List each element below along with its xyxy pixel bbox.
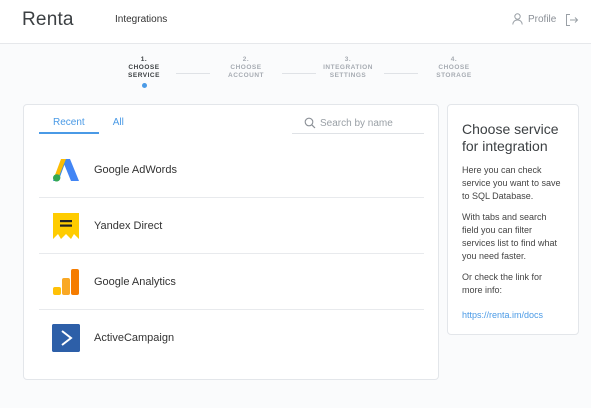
step-connector [176, 73, 210, 74]
step-label-line1: CHOOSE [438, 64, 470, 71]
search-icon [304, 117, 316, 129]
step-number: 1. [140, 56, 148, 63]
profile-link[interactable]: Profile [512, 13, 556, 25]
step-choose-service[interactable]: 1. CHOOSE SERVICE [109, 56, 179, 88]
step-label-line1: INTEGRATION [323, 64, 373, 71]
service-list-card: Recent All Google AdWords Y [23, 104, 439, 380]
app-logo[interactable]: Renta [22, 9, 74, 31]
docs-link[interactable]: https://renta.im/docs [462, 310, 543, 320]
yandex-direct-icon [53, 212, 79, 239]
step-number: 3. [344, 56, 352, 63]
step-label-line2: ACCOUNT [228, 72, 264, 79]
info-panel: Choose service for integration Here you … [447, 104, 579, 335]
service-name: ActiveCampaign [94, 332, 175, 344]
step-choose-storage[interactable]: 4. CHOOSE STORAGE [419, 56, 489, 80]
search-box [292, 113, 424, 134]
service-item-google-adwords[interactable]: Google AdWords [39, 142, 424, 198]
info-panel-title: Choose service for integration [462, 121, 559, 154]
step-label-line2: STORAGE [436, 72, 472, 79]
step-label-line1: CHOOSE [128, 64, 160, 71]
activecampaign-icon [52, 324, 80, 352]
google-analytics-icon [53, 268, 79, 295]
logout-icon[interactable] [565, 13, 579, 27]
step-connector [384, 73, 418, 74]
active-step-indicator [141, 83, 147, 88]
service-name: Google Analytics [94, 275, 176, 288]
top-bar: Renta Integrations Profile [0, 0, 591, 44]
step-integration-settings[interactable]: 3. INTEGRATION SETTINGS [313, 56, 383, 80]
nav-integrations-link[interactable]: Integrations [115, 14, 167, 25]
info-paragraph: Or check the link for more info: [462, 272, 543, 295]
service-name: Yandex Direct [94, 219, 163, 232]
step-connector [282, 73, 316, 74]
tab-recent[interactable]: Recent [39, 117, 99, 134]
user-icon [512, 13, 523, 25]
service-item-activecampaign[interactable]: ActiveCampaign [39, 310, 424, 366]
info-paragraph: With tabs and search field you can filte… [462, 212, 558, 261]
step-number: 2. [242, 56, 250, 63]
service-item-yandex-direct[interactable]: Yandex Direct [39, 198, 424, 254]
step-choose-account[interactable]: 2. CHOOSE ACCOUNT [211, 56, 281, 80]
info-paragraph: Here you can check service you want to s… [462, 165, 561, 201]
step-label-line2: SERVICE [128, 72, 160, 79]
google-adwords-icon [53, 158, 79, 181]
step-number: 4. [450, 56, 458, 63]
progress-stepper: 1. CHOOSE SERVICE 2. CHOOSE ACCOUNT 3. I… [0, 44, 591, 94]
profile-label: Profile [528, 13, 557, 25]
service-item-google-analytics[interactable]: Google Analytics [39, 254, 424, 310]
service-tabs: Recent All [39, 117, 138, 134]
service-name: Google AdWords [94, 163, 177, 176]
step-label-line1: CHOOSE [230, 64, 262, 71]
search-input[interactable] [320, 117, 420, 129]
step-label-line2: SETTINGS [329, 72, 367, 79]
tab-all[interactable]: All [99, 117, 138, 134]
